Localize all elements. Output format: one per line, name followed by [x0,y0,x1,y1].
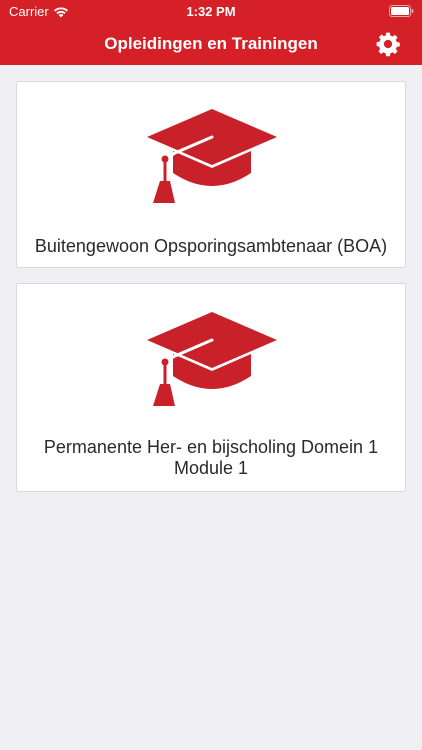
course-card[interactable]: Permanente Her- en bijscholing Domein 1 … [16,283,406,492]
graduation-cap-icon [147,312,277,406]
status-time: 1:32 PM [186,4,236,19]
course-card[interactable]: Buitengewoon Opsporingsambtenaar (BOA) [16,81,406,268]
nav-bar: Opleidingen en Trainingen [0,22,422,65]
battery-icon [389,5,414,17]
status-bar: Carrier 1:32 PM [0,0,422,22]
course-title: Buitengewoon Opsporingsambtenaar (BOA) [34,236,388,256]
gear-icon[interactable] [375,31,401,57]
header-bar: Carrier 1:32 PM Opleidingen en Traininge… [0,0,422,65]
page-title: Opleidingen en Trainingen [104,34,318,53]
course-title: Permanente Her- en bijscholing Domein 1 … [43,437,379,478]
graduation-cap-icon [147,109,277,203]
